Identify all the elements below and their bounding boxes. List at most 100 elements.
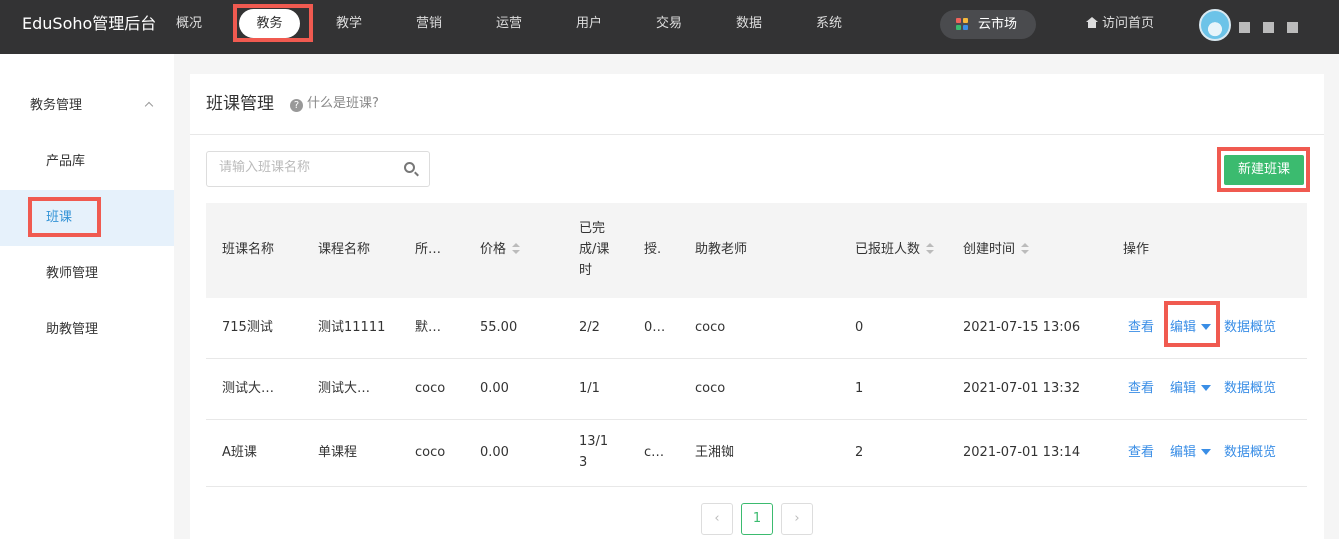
chevron-up-icon[interactable] — [144, 101, 154, 111]
cell-students: 1 — [855, 381, 864, 396]
cloud-market-button[interactable]: 云市场 — [940, 10, 1036, 39]
cell-created: 2021-07-01 13:32 — [963, 381, 1081, 396]
cell-progress: 13/1 — [579, 434, 609, 449]
cell-progress-line-2: 3 — [579, 455, 588, 470]
visit-home-link[interactable]: 访问首页 — [1086, 15, 1154, 33]
data-overview-link[interactable]: 数据概览 — [1224, 443, 1276, 463]
question-icon: ? — [290, 99, 303, 112]
cell-class-name: 715测试 — [222, 320, 273, 335]
highlight-box-nav — [233, 4, 313, 42]
caret-down-icon — [1201, 385, 1212, 391]
top-navbar: EduSoho管理后台 概况 教务 教学 营销 运营 用户 交易 数据 系统 云… — [0, 0, 1339, 54]
cell-created: 2021-07-15 13:06 — [963, 320, 1081, 335]
edit-label: 编辑 — [1170, 381, 1197, 396]
th-teacher: 授. — [644, 242, 662, 257]
cell-price: 0.00 — [480, 381, 509, 396]
edit-label: 编辑 — [1170, 445, 1197, 460]
highlight-box-sidebar — [28, 197, 101, 237]
th-assistant: 助教老师 — [695, 242, 748, 257]
sidebar-item-assistants[interactable]: 助教管理 — [46, 321, 98, 339]
help-label: 什么是班课? — [307, 96, 379, 111]
pagination-prev-button[interactable]: ‹ — [701, 503, 733, 535]
search-input[interactable] — [219, 160, 389, 175]
th-created-label: 创建时间 — [963, 242, 1016, 257]
cell-course-name: 单课程 — [318, 445, 358, 460]
nav-users[interactable]: 用户 — [576, 15, 602, 33]
cell-teacher: 0… — [644, 320, 666, 335]
th-progress-line-2: 成/课 — [579, 242, 610, 257]
cell-students: 2 — [855, 445, 864, 460]
cloud-market-label: 云市场 — [978, 17, 1018, 32]
view-link[interactable]: 查看 — [1128, 379, 1154, 399]
cell-category: coco — [415, 381, 446, 396]
th-category: 所… — [415, 242, 442, 257]
pagination-page-1[interactable]: 1 — [741, 503, 773, 535]
cell-teacher: c… — [644, 445, 665, 460]
nav-data[interactable]: 数据 — [736, 15, 762, 33]
data-overview-link[interactable]: 数据概览 — [1224, 379, 1276, 399]
cell-category: coco — [415, 445, 446, 460]
search-box[interactable] — [206, 151, 430, 187]
user-menu-placeholder-3[interactable] — [1287, 22, 1298, 33]
nav-transactions[interactable]: 交易 — [656, 15, 682, 33]
sidebar-item-teachers[interactable]: 教师管理 — [46, 265, 98, 283]
table-row: 测试大… 测试大… coco 0.00 1/1 coco 1 2021-07-0… — [206, 359, 1307, 420]
grid-apps-icon — [956, 18, 969, 31]
cell-progress: 1/1 — [579, 381, 600, 396]
th-progress-line-1: 已完 — [579, 221, 606, 236]
th-created[interactable]: 创建时间 — [963, 239, 1030, 260]
sort-icon[interactable] — [512, 243, 521, 254]
cell-category: 默… — [415, 320, 442, 335]
th-students[interactable]: 已报班人数 — [855, 239, 935, 260]
visit-home-label: 访问首页 — [1102, 16, 1155, 31]
sidebar-item-product-library[interactable]: 产品库 — [46, 153, 85, 171]
sort-icon[interactable] — [926, 243, 935, 254]
sidebar-group-academic[interactable]: 教务管理 — [30, 97, 82, 115]
th-price[interactable]: 价格 — [480, 239, 521, 260]
view-link[interactable]: 查看 — [1128, 318, 1154, 338]
page-title: 班课管理 — [206, 94, 274, 114]
pagination-next-button[interactable]: › — [781, 503, 813, 535]
cell-assistant: coco — [695, 320, 726, 335]
sort-icon[interactable] — [1021, 243, 1030, 254]
cell-price: 55.00 — [480, 320, 518, 335]
search-icon[interactable] — [404, 162, 415, 173]
nav-operations[interactable]: 运营 — [496, 15, 522, 33]
help-link[interactable]: ? 什么是班课? — [290, 96, 379, 112]
table-row: A班课 单课程 coco 0.00 13/1 3 c… 王湘铷 2 2021-0… — [206, 420, 1307, 487]
th-students-label: 已报班人数 — [855, 242, 921, 257]
cell-created: 2021-07-01 13:14 — [963, 445, 1081, 460]
cell-price: 0.00 — [480, 445, 509, 460]
cell-assistant: 王湘铷 — [695, 445, 735, 460]
highlight-box-edit — [1164, 301, 1220, 347]
sidebar: 教务管理 产品库 班课 教师管理 助教管理 — [0, 54, 174, 539]
nav-system[interactable]: 系统 — [816, 15, 842, 33]
cell-class-name: A班课 — [222, 445, 257, 460]
home-icon — [1086, 17, 1098, 28]
cell-students: 0 — [855, 320, 864, 335]
cell-progress: 2/2 — [579, 320, 600, 335]
cell-course-name: 测试大… — [318, 381, 371, 396]
view-link[interactable]: 查看 — [1128, 443, 1154, 463]
table-row: 715测试 测试11111 默… 55.00 2/2 0… coco 0 202… — [206, 298, 1307, 359]
brand-title[interactable]: EduSoho管理后台 — [22, 13, 156, 35]
nav-marketing[interactable]: 营销 — [416, 15, 442, 33]
nav-overview[interactable]: 概况 — [176, 15, 202, 33]
title-divider — [190, 134, 1324, 135]
th-course-name: 课程名称 — [318, 242, 371, 257]
user-menu-placeholder-1[interactable] — [1239, 22, 1250, 33]
th-progress-line-3: 时 — [579, 263, 593, 278]
table-header: 班课名称 课程名称 所… 价格 已完 成/课 时 授. 助教老师 已报班人数 创… — [206, 203, 1307, 298]
th-actions: 操作 — [1123, 242, 1150, 257]
th-price-label: 价格 — [480, 242, 507, 257]
edit-dropdown[interactable]: 编辑 — [1170, 379, 1212, 399]
nav-teaching[interactable]: 教学 — [336, 15, 362, 33]
caret-down-icon — [1201, 449, 1212, 455]
avatar[interactable] — [1199, 9, 1231, 41]
cell-assistant: coco — [695, 381, 726, 396]
data-overview-link[interactable]: 数据概览 — [1224, 318, 1276, 338]
th-class-name: 班课名称 — [222, 242, 275, 257]
edit-dropdown[interactable]: 编辑 — [1170, 443, 1212, 463]
cell-course-name: 测试11111 — [318, 320, 386, 335]
user-menu-placeholder-2[interactable] — [1263, 22, 1274, 33]
